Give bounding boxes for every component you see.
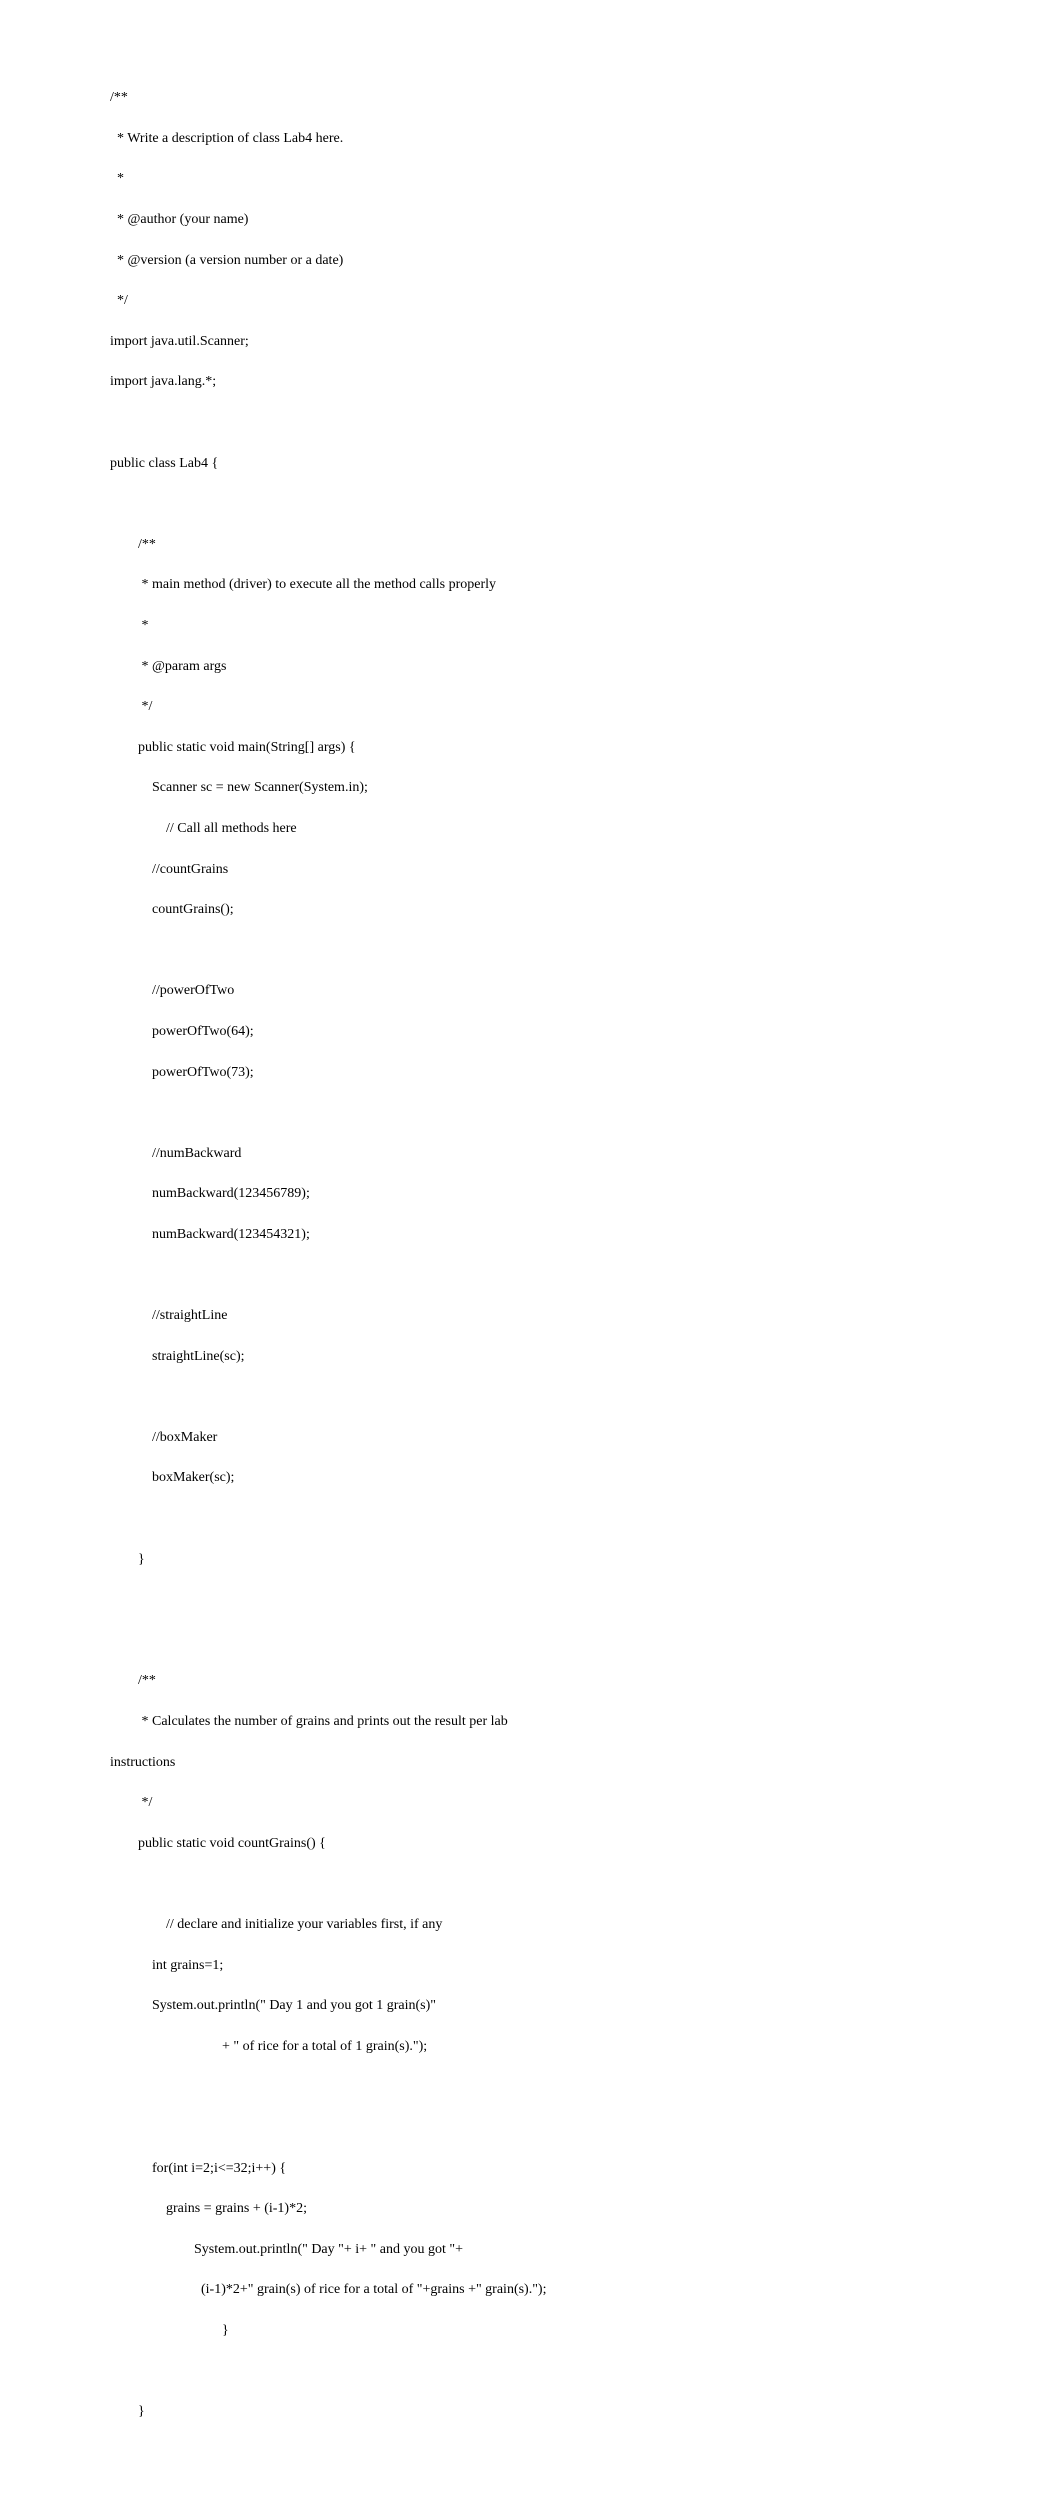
code-line: int grains=1;: [110, 1958, 223, 1973]
code-line: + " of rice for a total of 1 grain(s).")…: [110, 2039, 427, 2054]
code-line: public static void countGrains() {: [110, 1836, 326, 1851]
code-line: Scanner sc = new Scanner(System.in);: [110, 780, 368, 795]
code-line: instructions: [110, 1755, 175, 1770]
code-line: System.out.println(" Day 1 and you got 1…: [110, 1998, 436, 2013]
code-line: (i-1)*2+" grain(s) of rice for a total o…: [110, 2282, 547, 2297]
code-line: *: [110, 171, 124, 186]
code-line: /**: [110, 1673, 156, 1688]
code-line: }: [110, 2404, 145, 2419]
code-line: /**: [110, 90, 128, 105]
code-line: * Calculates the number of grains and pr…: [110, 1714, 508, 1729]
code-line: }: [110, 2323, 229, 2338]
code-line: // Call all methods here: [110, 821, 297, 836]
code-line: boxMaker(sc);: [110, 1470, 234, 1485]
code-line: public class Lab4 {: [110, 456, 218, 471]
code-line: System.out.println(" Day "+ i+ " and you…: [110, 2242, 463, 2257]
code-line: powerOfTwo(64);: [110, 1024, 254, 1039]
code-line: /**: [110, 537, 156, 552]
code-line: straightLine(sc);: [110, 1349, 245, 1364]
code-line: * @author (your name): [110, 212, 248, 227]
code-document: /** * Write a description of class Lab4 …: [0, 0, 1062, 2503]
code-line: * @version (a version number or a date): [110, 253, 343, 268]
code-line: //straightLine: [110, 1308, 227, 1323]
code-line: //boxMaker: [110, 1430, 217, 1445]
code-line: */: [110, 293, 128, 308]
code-line: * main method (driver) to execute all th…: [110, 577, 496, 592]
code-line: * @param args: [110, 659, 226, 674]
code-line: import java.util.Scanner;: [110, 334, 249, 349]
code-line: * Write a description of class Lab4 here…: [110, 131, 343, 146]
code-line: for(int i=2;i<=32;i++) {: [110, 2161, 286, 2176]
code-line: //countGrains: [110, 862, 228, 877]
code-line: *: [110, 618, 149, 633]
code-line: powerOfTwo(73);: [110, 1065, 254, 1080]
code-line: numBackward(123454321);: [110, 1227, 310, 1242]
code-line: */: [110, 699, 152, 714]
code-line: // declare and initialize your variables…: [110, 1917, 442, 1932]
code-line: */: [110, 1795, 152, 1810]
code-line: grains = grains + (i-1)*2;: [110, 2201, 307, 2216]
code-line: //powerOfTwo: [110, 983, 234, 998]
code-line: }: [110, 1552, 145, 1567]
code-line: numBackward(123456789);: [110, 1186, 310, 1201]
code-line: countGrains();: [110, 902, 234, 917]
code-line: public static void main(String[] args) {: [110, 740, 356, 755]
code-line: import java.lang.*;: [110, 374, 216, 389]
code-line: //numBackward: [110, 1146, 241, 1161]
